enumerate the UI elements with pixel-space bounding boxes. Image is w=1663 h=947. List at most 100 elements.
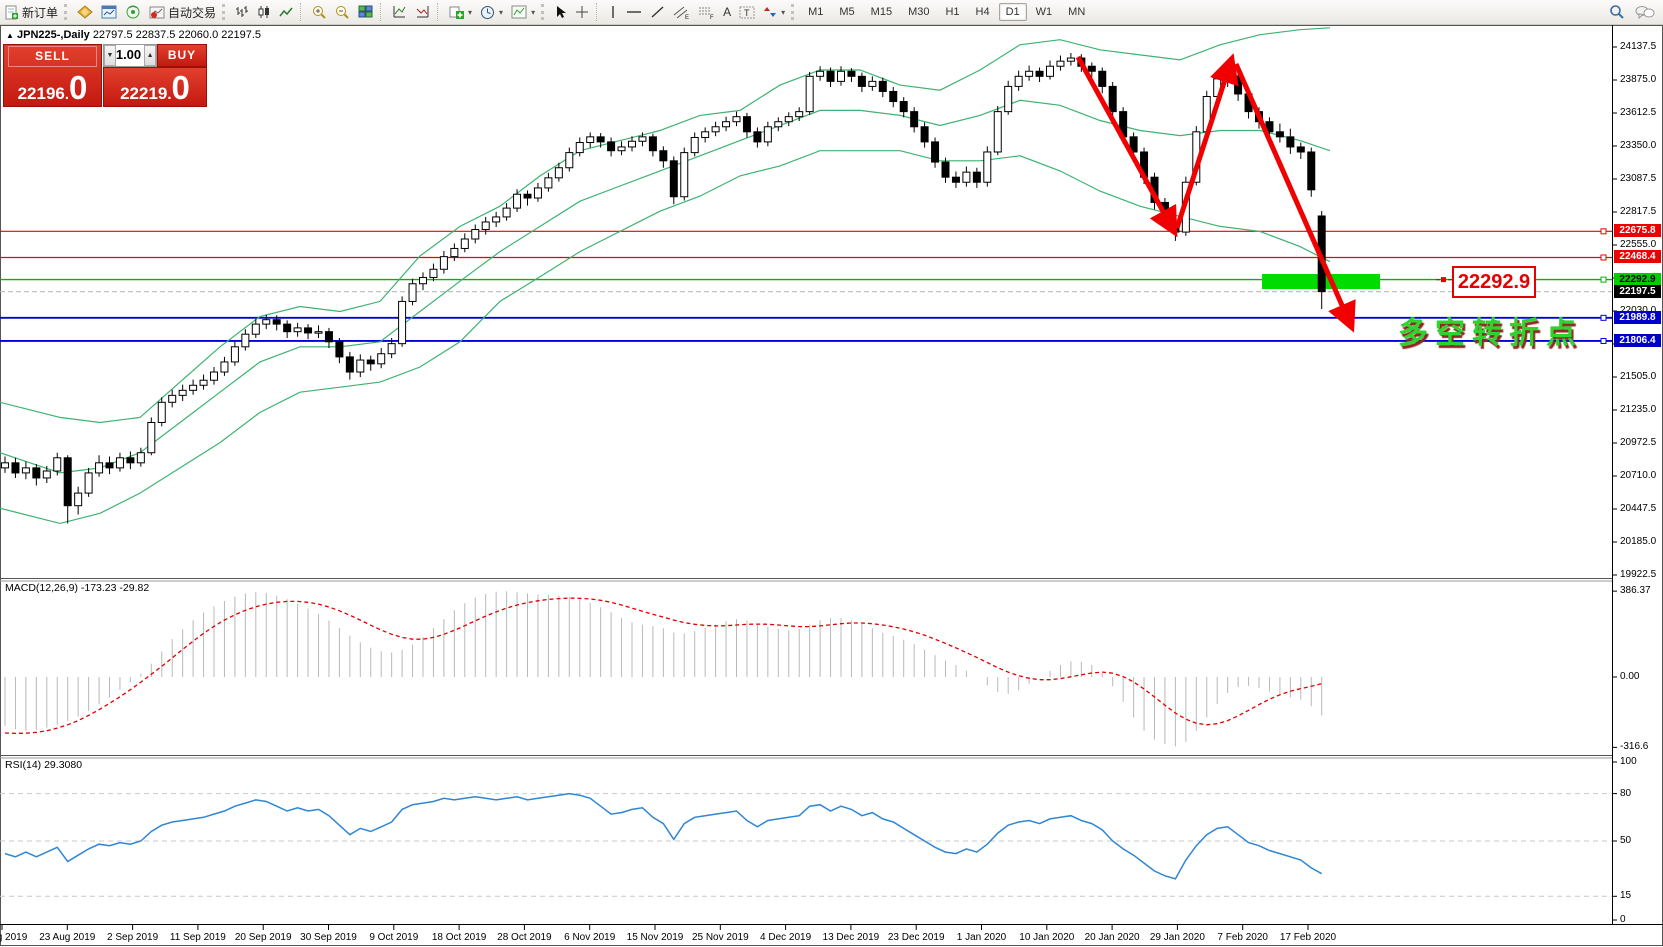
sell-label: SELL (8, 46, 97, 67)
tab-timeframe-m30[interactable]: M30 (901, 3, 936, 21)
buy-button[interactable]: BUY (157, 44, 207, 67)
tab-timeframe-w1[interactable]: W1 (1029, 3, 1060, 21)
arrows-tool-button[interactable]: ▾ (759, 1, 789, 23)
chart-canvas[interactable] (0, 0, 1663, 947)
macd-label: MACD(12,26,9) -173.23 -29.82 (5, 582, 149, 594)
period-button[interactable]: ▾ (476, 1, 507, 23)
vertical-line-icon (608, 5, 618, 19)
zoom-in-button[interactable] (308, 1, 331, 23)
new-order-button[interactable]: 新订单 (0, 1, 62, 23)
buy-price-button[interactable]: 22219.0 (103, 67, 207, 107)
cursor-icon (554, 5, 567, 19)
line-chart-icon (279, 5, 293, 19)
indicator-window2-icon (415, 5, 430, 19)
separator (64, 4, 71, 20)
chat-icon[interactable] (1635, 5, 1655, 20)
buy-price: 22219.0 (104, 74, 206, 104)
horizontal-line-icon (626, 5, 642, 19)
indicator-window-button[interactable] (388, 1, 411, 23)
line-chart-button[interactable] (275, 1, 297, 23)
tab-timeframe-m15[interactable]: M15 (864, 3, 899, 21)
tab-timeframe-h4[interactable]: H4 (969, 3, 997, 21)
lot-size-control: ▼ 1.00 ▲ (103, 44, 157, 67)
clock-icon (480, 5, 495, 20)
chinese-annotation-text[interactable]: 多空转折点 (1398, 308, 1583, 352)
crosshair-button[interactable] (571, 1, 593, 23)
new-order-label: 新订单 (22, 4, 58, 21)
auto-trading-button[interactable]: 自动交易 (145, 1, 220, 23)
text-label-icon: T (739, 5, 755, 20)
indicator-window2-button[interactable] (411, 1, 434, 23)
search-icon[interactable] (1609, 4, 1625, 20)
text-tool-icon: A (723, 5, 731, 19)
fibonacci-tool-button[interactable]: F (694, 1, 719, 23)
bar-chart-icon (235, 5, 249, 19)
label-tool-button[interactable]: T (735, 1, 759, 23)
trendline-icon (650, 5, 665, 19)
auto-trading-label: 自动交易 (168, 4, 216, 21)
tab-timeframe-d1[interactable]: D1 (999, 3, 1027, 21)
separator (222, 4, 229, 20)
svg-text:F: F (710, 15, 714, 20)
chart-title: ▲ JPN225-,Daily 22797.5 22837.5 22060.0 … (6, 29, 261, 41)
tile-windows-icon (358, 5, 373, 19)
new-order-icon (4, 5, 19, 20)
tab-timeframe-h1[interactable]: H1 (938, 3, 966, 21)
collapse-icon[interactable]: ▲ (6, 31, 14, 40)
symbol-period: JPN225-,Daily (17, 29, 90, 41)
svg-text:E: E (685, 15, 689, 20)
trendline-tool-button[interactable] (646, 1, 669, 23)
tab-timeframe-m1[interactable]: M1 (801, 3, 830, 21)
chevron-down-icon: ▾ (531, 8, 535, 17)
fibonacci-icon: F (698, 5, 715, 20)
sell-button[interactable]: SELL 22196.0 (3, 44, 102, 107)
tab-timeframe-mn[interactable]: MN (1061, 3, 1092, 21)
template-icon (511, 5, 527, 19)
separator (380, 3, 385, 21)
text-tool-button[interactable]: A (719, 1, 735, 23)
signals-button[interactable] (121, 1, 145, 23)
signal-icon (125, 5, 141, 19)
one-click-trading-widget: SELL 22196.0 BUY 22219.0 ▼ 1.00 ▲ (3, 44, 205, 105)
separator (437, 3, 442, 21)
tab-timeframe-m5[interactable]: M5 (832, 3, 861, 21)
candlestick-chart-button[interactable] (253, 1, 275, 23)
data-window-button[interactable] (97, 1, 121, 23)
gold-diamond-icon (77, 5, 93, 19)
channel-tool-button[interactable]: E (669, 1, 694, 23)
separator (300, 3, 305, 21)
sell-price: 22196.0 (4, 74, 101, 104)
zoom-in-icon (312, 5, 327, 20)
separator (791, 4, 798, 20)
zoom-out-icon (335, 5, 350, 20)
bar-chart-button[interactable] (231, 1, 253, 23)
toolbar: 新订单 自动交易 ▾ ▾ ▾ E F A T ▾ M1M5M15M30H1H4D… (0, 0, 1663, 25)
chevron-down-icon: ▾ (468, 8, 472, 17)
chevron-down-icon: ▾ (781, 8, 785, 17)
cursor-button[interactable] (550, 1, 571, 23)
timeframe-switcher: M1M5M15M30H1H4D1W1MN (800, 3, 1093, 21)
buy-label: BUY (158, 45, 206, 65)
equidistant-channel-icon: E (673, 5, 690, 20)
add-indicator-button[interactable]: ▾ (445, 1, 476, 23)
crosshair-icon (575, 5, 589, 19)
price-annotation-label[interactable]: 22292.9 (1452, 266, 1536, 298)
vline-tool-button[interactable] (604, 1, 622, 23)
rsi-label: RSI(14) 29.3080 (5, 759, 82, 771)
lot-increase-button[interactable]: ▲ (144, 45, 156, 66)
charts-profile-button[interactable] (73, 1, 97, 23)
separator (596, 3, 601, 21)
zoom-out-button[interactable] (331, 1, 354, 23)
candlestick-chart-icon (257, 5, 271, 19)
auto-trading-icon (149, 5, 165, 19)
window-chart-icon (101, 5, 117, 19)
add-indicator-icon (449, 5, 464, 19)
ohlc-values: 22797.5 22837.5 22060.0 22197.5 (93, 29, 261, 41)
separator (541, 4, 548, 20)
template-button[interactable]: ▾ (507, 1, 539, 23)
arrow-shapes-icon (763, 5, 777, 19)
hline-tool-button[interactable] (622, 1, 646, 23)
chevron-down-icon: ▾ (499, 8, 503, 17)
lot-decrease-button[interactable]: ▼ (104, 45, 116, 66)
tile-windows-button[interactable] (354, 1, 377, 23)
